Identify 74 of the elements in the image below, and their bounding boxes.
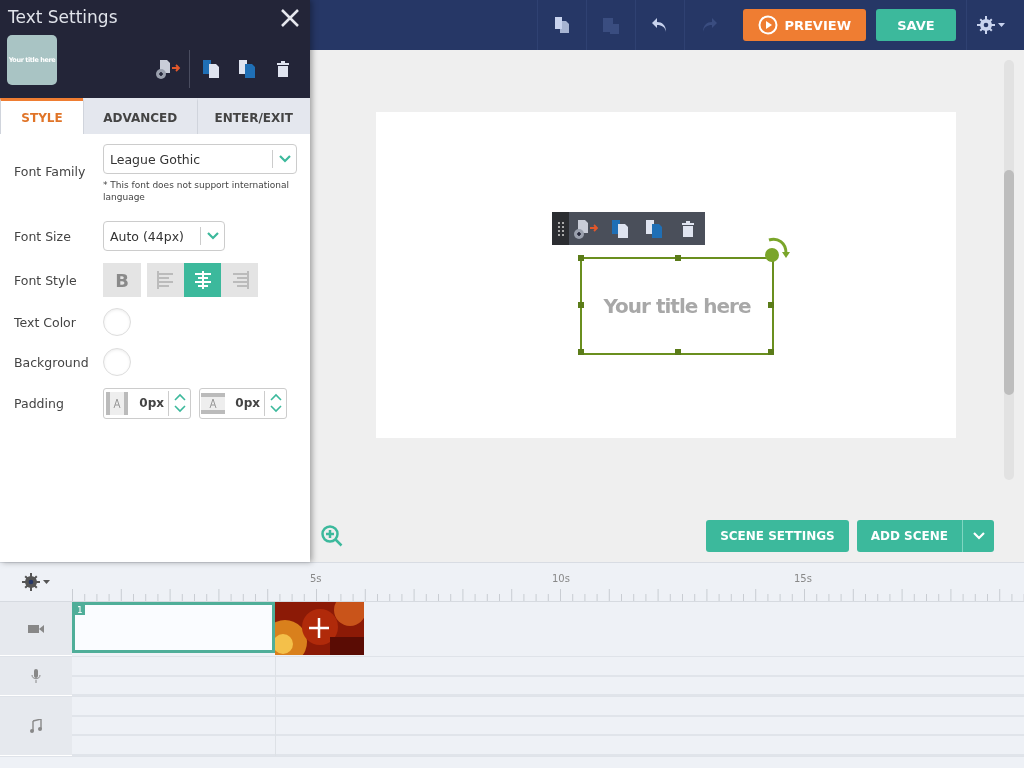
tab[interactable]: ENTER/EXIT: [196, 98, 310, 134]
padding-field[interactable]: 0px: [199, 387, 287, 419]
copy-icon: [238, 59, 256, 79]
bold-button[interactable]: B: [103, 263, 141, 297]
title-text[interactable]: Your title here: [603, 294, 751, 318]
add-scene-menu-button[interactable]: [962, 520, 994, 552]
field-label: Background: [14, 354, 90, 370]
align-right-icon: [230, 271, 249, 289]
stepper-arrows-icon: [173, 392, 186, 414]
time-label: 10s: [552, 573, 570, 584]
field-label: Font Family: [14, 164, 87, 179]
font-note: * This font does not support international language: [103, 179, 290, 203]
scene-number: 1: [75, 605, 85, 615]
scene-settings-button[interactable]: SCENE SETTINGS: [706, 520, 849, 552]
color-swatch[interactable]: [103, 348, 131, 376]
scene-clip[interactable]: 1: [72, 602, 275, 653]
settings-icon: [976, 16, 1005, 34]
color-swatch[interactable]: [103, 308, 131, 336]
plus-icon: [309, 618, 329, 638]
caret-icon: [972, 532, 985, 540]
dropdown[interactable]: League Gothic: [103, 144, 297, 174]
microphone-icon: [31, 669, 41, 683]
resize-handle[interactable]: [675, 255, 681, 261]
tab[interactable]: ADVANCED: [83, 98, 197, 134]
copy-icon: [645, 218, 663, 239]
resize-handle[interactable]: [578, 349, 584, 355]
chevron-down-icon: [206, 232, 219, 240]
settings-icon: [22, 573, 50, 591]
trash-icon: [681, 219, 695, 238]
align-button[interactable]: [221, 263, 258, 297]
camera-icon: [28, 623, 44, 634]
resize-handle[interactable]: [578, 255, 584, 261]
chevron-down-icon: [278, 155, 291, 163]
zoom-in-icon[interactable]: [320, 524, 344, 548]
close-icon: [281, 9, 299, 27]
scrollbar[interactable]: [1004, 60, 1014, 480]
drag-handle[interactable]: [552, 212, 569, 245]
add-scene-button[interactable]: ADD SCENE: [856, 520, 962, 552]
padding-field[interactable]: 0px: [103, 387, 191, 419]
tab[interactable]: STYLE: [0, 98, 83, 134]
preview-button[interactable]: PREVIEW: [743, 9, 866, 41]
align-button[interactable]: [184, 263, 221, 297]
stepper-arrows-icon: [269, 392, 282, 414]
music-note-icon: [30, 719, 42, 733]
dropdown[interactable]: Auto (44px): [103, 221, 225, 251]
resize-handle[interactable]: [578, 302, 584, 308]
trash-icon: [276, 60, 290, 78]
selection-box[interactable]: Your title here: [580, 257, 774, 355]
resize-handle[interactable]: [675, 349, 681, 355]
align-left-icon: [156, 271, 175, 289]
redo-icon: [700, 16, 719, 34]
time-label: 15s: [794, 573, 812, 584]
duplicate-icon: [202, 59, 220, 79]
field-label: Font Style: [14, 272, 78, 288]
vertical-padding-icon: [200, 390, 226, 416]
align-center-icon: [193, 271, 212, 289]
align-button[interactable]: [147, 263, 184, 297]
duplicate-icon: [611, 218, 629, 239]
field-label: Font Size: [14, 228, 72, 244]
resize-handle[interactable]: [768, 349, 774, 355]
send-to-scene-icon: [572, 217, 600, 240]
horizontal-padding-icon: [104, 390, 130, 416]
panel-title: Text Settings: [8, 7, 118, 27]
time-label: 5s: [310, 573, 322, 584]
save-button[interactable]: SAVE: [876, 9, 956, 41]
field-label: Padding: [14, 395, 65, 411]
send-to-scene-icon: [154, 58, 182, 80]
rotate-handle-icon[interactable]: [762, 235, 792, 265]
paste-icon: [602, 15, 621, 35]
grip-icon: [557, 221, 564, 236]
resize-handle[interactable]: [768, 302, 774, 308]
field-label: Text Color: [14, 314, 77, 330]
copy-icon: [554, 16, 571, 34]
play-icon: [758, 15, 779, 35]
